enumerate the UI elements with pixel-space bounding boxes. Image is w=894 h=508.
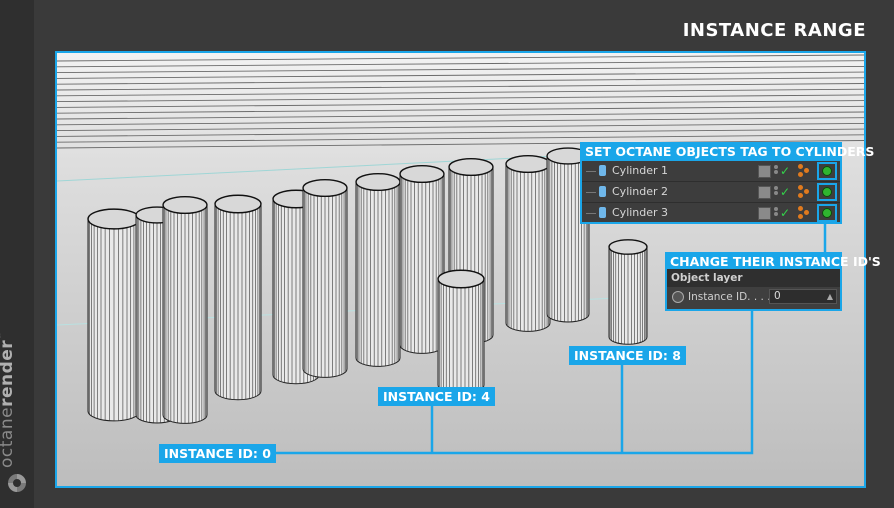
layer-dots-icon[interactable]: [773, 164, 779, 178]
cylinder-icon: [599, 207, 606, 218]
object-row[interactable]: Cylinder 3 ✓: [582, 203, 840, 223]
object-label[interactable]: Cylinder 2: [612, 182, 668, 202]
tree-line: [586, 171, 596, 172]
enabled-check-icon[interactable]: ✓: [780, 161, 790, 181]
label-set-octane-objects-tag: SET OCTANE OBJECTS TAG TO CYLINDERS: [580, 142, 874, 161]
object-layer-header: Object layer: [667, 269, 840, 287]
visibility-icon[interactable]: [758, 186, 771, 199]
material-tag-icon[interactable]: [798, 164, 814, 178]
label-instance-id-0: INSTANCE ID: 0: [159, 444, 276, 463]
cylinder-icon: [599, 165, 606, 176]
octane-object-tag-icon[interactable]: [817, 183, 837, 201]
label-instance-id-4: INSTANCE ID: 4: [378, 387, 495, 406]
label-instance-id-8: INSTANCE ID: 8: [569, 346, 686, 365]
connector-main: [266, 311, 754, 455]
object-label[interactable]: Cylinder 3: [612, 203, 668, 223]
object-row[interactable]: Cylinder 2 ✓: [582, 182, 840, 203]
tree-line: [586, 192, 596, 193]
octane-object-tag-icon[interactable]: [817, 204, 837, 222]
enabled-check-icon[interactable]: ✓: [780, 203, 790, 223]
enabled-check-icon[interactable]: ✓: [780, 182, 790, 202]
layer-dots-icon[interactable]: [773, 206, 779, 220]
instance-id-label: Instance ID. . . .: [688, 291, 771, 303]
instance-id-value[interactable]: 0: [774, 290, 781, 302]
tree-line: [586, 213, 596, 214]
material-tag-icon[interactable]: [798, 185, 814, 199]
material-tag-icon[interactable]: [798, 206, 814, 220]
object-label[interactable]: Cylinder 1: [612, 161, 668, 181]
visibility-icon[interactable]: [758, 207, 771, 220]
instance-id-field[interactable]: 0 ▲: [769, 289, 837, 304]
instance-id-keyframe-radio[interactable]: [672, 291, 684, 303]
object-layer-panel: Object layer Instance ID. . . . 0 ▲: [665, 269, 842, 311]
cylinder-icon: [599, 186, 606, 197]
object-row[interactable]: Cylinder 1 ✓: [582, 161, 840, 182]
octane-object-tag-icon[interactable]: [817, 162, 837, 180]
layer-dots-icon[interactable]: [773, 185, 779, 199]
object-manager-panel: Cylinder 1 ✓ Cylinder 2 ✓ Cylinder 3 ✓: [580, 161, 842, 224]
stepper-arrows-icon[interactable]: ▲: [827, 290, 833, 303]
visibility-icon[interactable]: [758, 165, 771, 178]
